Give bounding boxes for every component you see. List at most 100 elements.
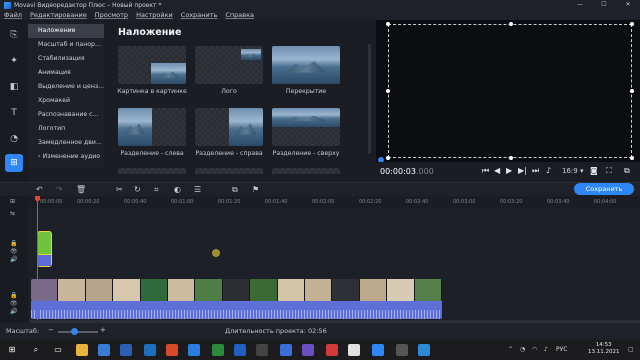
- language-indicator[interactable]: РУС: [556, 346, 567, 353]
- marker-flag-icon[interactable]: ⚑: [252, 185, 259, 194]
- add-track-icon[interactable]: ⊞: [10, 198, 15, 205]
- app-icon[interactable]: [166, 344, 178, 356]
- import-icon[interactable]: ⎘: [5, 26, 23, 44]
- task-view-icon[interactable]: ▭: [52, 344, 64, 356]
- resize-handle[interactable]: [630, 89, 634, 93]
- color-adjust-icon[interactable]: ◐: [174, 185, 181, 194]
- mail-icon[interactable]: [98, 344, 110, 356]
- overlay-clip[interactable]: [37, 231, 52, 267]
- audio-waveform[interactable]: [31, 301, 442, 319]
- windows-start-icon[interactable]: ⊞: [6, 344, 18, 356]
- titles-icon[interactable]: T: [5, 104, 23, 122]
- app-icon[interactable]: [302, 344, 314, 356]
- category-chroma-key[interactable]: Хромакей: [28, 94, 104, 108]
- overlay-icon[interactable]: ⧉: [232, 185, 238, 195]
- zoom-slider-knob[interactable]: [71, 328, 78, 335]
- effect-tile-split-right[interactable]: [195, 108, 263, 146]
- menu-help[interactable]: Справка: [225, 11, 254, 19]
- category-audio-change[interactable]: › Изменение аудио: [28, 150, 104, 164]
- app-icon[interactable]: [234, 344, 246, 356]
- more-tools-icon[interactable]: ⊞: [5, 154, 23, 172]
- filters-icon[interactable]: ◧: [5, 78, 23, 96]
- effect-tile-pip[interactable]: [118, 46, 186, 84]
- notifications-icon[interactable]: ▢: [628, 346, 634, 353]
- rotate-icon[interactable]: ↻: [134, 185, 141, 194]
- cut-icon[interactable]: ✂: [116, 185, 123, 194]
- resize-handle[interactable]: [630, 22, 634, 26]
- app-icon[interactable]: [348, 344, 360, 356]
- category-overlay[interactable]: Наложение: [28, 24, 104, 38]
- volume-icon[interactable]: ♪: [546, 166, 551, 175]
- resize-handle[interactable]: [386, 156, 390, 160]
- effect-tile-next-1[interactable]: [118, 168, 186, 174]
- app-icon[interactable]: [418, 344, 430, 356]
- delete-icon[interactable]: 🗑: [76, 185, 86, 194]
- zoom-slider[interactable]: [58, 331, 98, 333]
- transitions-icon[interactable]: ◔: [5, 130, 23, 148]
- lock-icon[interactable]: 🔒: [10, 240, 17, 247]
- effect-tile-split-top[interactable]: [272, 108, 340, 146]
- menu-file[interactable]: Файл: [4, 11, 22, 19]
- crop-icon[interactable]: ⌗: [154, 185, 159, 195]
- preview-frame[interactable]: [386, 22, 634, 160]
- visibility-icon[interactable]: 👁: [10, 248, 18, 255]
- minimize-button[interactable]: —: [568, 0, 592, 10]
- zoom-out-icon[interactable]: −: [48, 326, 54, 334]
- app-icon[interactable]: [256, 344, 268, 356]
- wifi-icon[interactable]: ◠: [532, 346, 537, 353]
- app-icon[interactable]: [280, 344, 292, 356]
- effect-tile-split-left[interactable]: [118, 108, 186, 146]
- category-stabilization[interactable]: Стабилизация: [28, 52, 104, 66]
- skip-forward-icon[interactable]: ⏭: [532, 166, 539, 176]
- visibility-icon[interactable]: 👁: [10, 300, 18, 307]
- effect-tile-logo[interactable]: [195, 46, 263, 84]
- clip-properties-icon[interactable]: ☰: [194, 185, 201, 194]
- category-pan-zoom[interactable]: Масштаб и панор...: [28, 38, 104, 52]
- file-explorer-icon[interactable]: [76, 344, 88, 356]
- lock-icon[interactable]: 🔒: [10, 292, 17, 299]
- step-back-icon[interactable]: ◀: [494, 166, 500, 175]
- aspect-ratio-select[interactable]: 16:9 ▾: [562, 167, 583, 175]
- skip-back-icon[interactable]: ⏮: [482, 166, 489, 176]
- tray-icon[interactable]: ⌃: [508, 346, 513, 353]
- effects-scrollbar[interactable]: [368, 44, 371, 154]
- category-animation[interactable]: Анимация: [28, 66, 104, 80]
- yandex-icon[interactable]: [326, 344, 338, 356]
- resize-handle[interactable]: [386, 22, 390, 26]
- app-icon[interactable]: [120, 344, 132, 356]
- undo-icon[interactable]: ↶: [36, 185, 43, 194]
- close-button[interactable]: ✕: [616, 0, 640, 10]
- menu-edit[interactable]: Редактирование: [30, 11, 87, 19]
- category-highlight-censor[interactable]: Выделение и ценз...: [28, 80, 104, 94]
- category-recognition[interactable]: Распознавание с...: [28, 108, 104, 122]
- app-icon[interactable]: [144, 344, 156, 356]
- resize-handle[interactable]: [630, 156, 634, 160]
- fullscreen-icon[interactable]: ⛶: [606, 166, 612, 176]
- redo-icon[interactable]: ↷: [56, 185, 63, 194]
- menu-view[interactable]: Просмотр: [95, 11, 128, 19]
- step-forward-icon[interactable]: ▶|: [518, 166, 527, 175]
- movavi-taskbar-icon[interactable]: [372, 344, 384, 356]
- mute-icon[interactable]: 🔊: [10, 308, 17, 315]
- snapshot-icon[interactable]: ◙: [590, 166, 598, 175]
- link-icon[interactable]: ⇆: [10, 210, 15, 217]
- video-clip[interactable]: [31, 279, 442, 301]
- category-slow-motion[interactable]: Замедленное дви...: [28, 136, 104, 150]
- menu-settings[interactable]: Настройки: [136, 11, 173, 19]
- menu-save[interactable]: Сохранить: [181, 11, 218, 19]
- resize-handle[interactable]: [386, 89, 390, 93]
- save-button[interactable]: Сохранить: [574, 183, 634, 195]
- effect-tile-next-2[interactable]: [195, 168, 263, 174]
- zoom-in-icon[interactable]: +: [100, 326, 106, 334]
- play-icon[interactable]: ▶: [506, 166, 512, 175]
- category-logo[interactable]: Логотип: [28, 122, 104, 136]
- resize-handle[interactable]: [509, 156, 513, 160]
- effect-tile-overlap[interactable]: [272, 46, 340, 84]
- timeline-ruler[interactable]: 00:00:00 00:00:20 00:00:40 00:01:00 00:0…: [30, 198, 640, 208]
- app-icon[interactable]: [212, 344, 224, 356]
- resize-handle[interactable]: [509, 22, 513, 26]
- mute-icon[interactable]: 🔊: [10, 256, 17, 263]
- maximize-button[interactable]: ☐: [592, 0, 616, 10]
- effect-tile-next-3[interactable]: [272, 168, 340, 174]
- detach-icon[interactable]: ⧉: [624, 166, 630, 176]
